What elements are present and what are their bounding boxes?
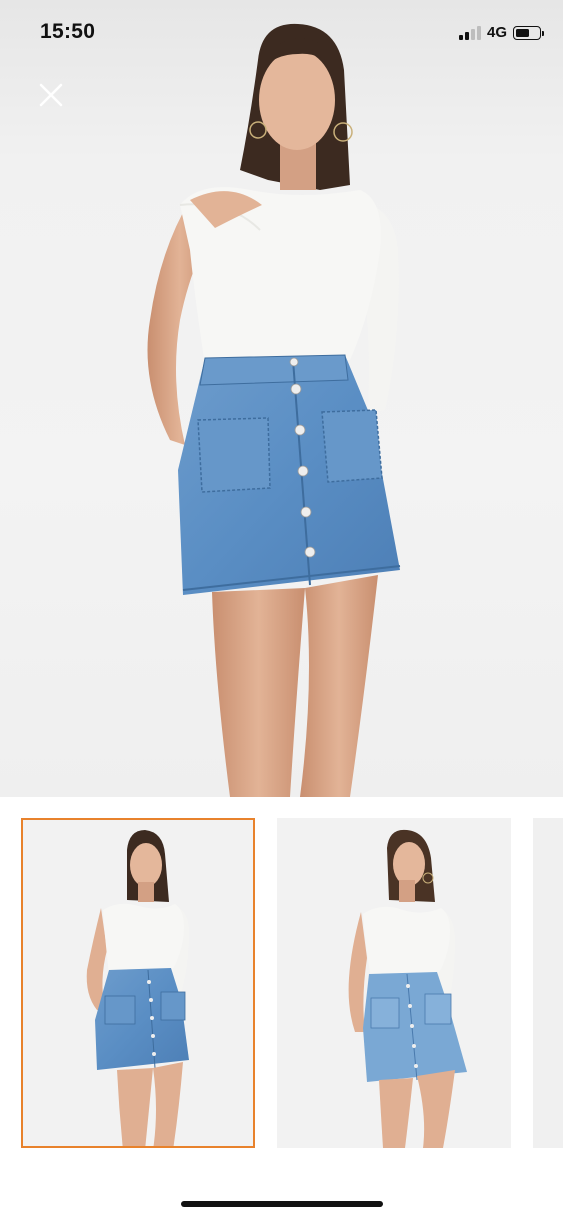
close-button[interactable]	[36, 80, 66, 110]
thumbnail-image	[86, 830, 189, 1146]
status-indicators: 4G	[458, 24, 544, 41]
network-type: 4G	[486, 24, 507, 41]
close-icon	[39, 83, 63, 107]
status-time: 15:50	[40, 20, 96, 43]
thumbnail-image	[533, 818, 563, 1148]
thumbnail-3[interactable]	[533, 818, 563, 1148]
thumbnail-2[interactable]	[277, 818, 511, 1148]
main-product-image[interactable]: 15:50 4G	[0, 0, 563, 797]
model-illustration	[147, 23, 401, 797]
thumbnail-strip	[0, 797, 563, 1167]
thumbnail-image	[348, 829, 467, 1148]
battery-icon	[513, 25, 544, 40]
thumbnail-1[interactable]	[21, 818, 255, 1148]
signal-icon	[458, 25, 481, 40]
home-indicator[interactable]	[181, 1201, 383, 1207]
